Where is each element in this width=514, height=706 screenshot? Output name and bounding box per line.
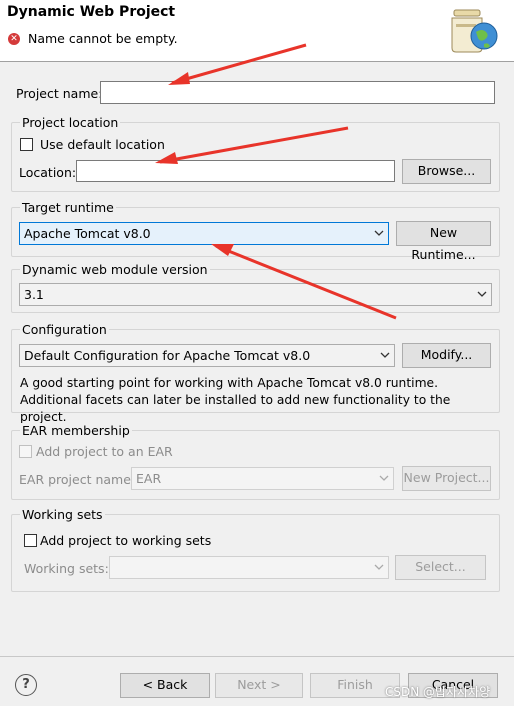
use-default-location-label: Use default location bbox=[40, 137, 165, 152]
back-button[interactable]: < Back bbox=[120, 673, 210, 698]
chevron-down-icon bbox=[380, 352, 390, 358]
working-sets-label: Working sets: bbox=[24, 561, 109, 576]
add-to-working-sets-label: Add project to working sets bbox=[40, 533, 212, 548]
next-button[interactable]: Next > bbox=[215, 673, 303, 698]
browse-button[interactable]: Browse... bbox=[402, 159, 491, 184]
chevron-down-icon bbox=[374, 230, 384, 236]
configuration-value: Default Configuration for Apache Tomcat … bbox=[24, 348, 311, 363]
target-runtime-title: Target runtime bbox=[20, 200, 116, 215]
project-name-input[interactable] bbox=[100, 81, 495, 104]
new-ear-project-button[interactable]: New Project... bbox=[402, 466, 491, 491]
configuration-description: A good starting point for working with A… bbox=[20, 376, 451, 424]
select-working-sets-button[interactable]: Select... bbox=[395, 555, 486, 580]
add-to-ear-label: Add project to an EAR bbox=[36, 444, 173, 459]
configuration-title: Configuration bbox=[20, 322, 109, 337]
add-to-working-sets-checkbox[interactable] bbox=[24, 534, 37, 547]
page-title: Dynamic Web Project bbox=[7, 4, 176, 20]
ear-project-name-label: EAR project name: bbox=[19, 472, 136, 487]
chevron-down-icon bbox=[379, 475, 389, 481]
footer-divider bbox=[0, 656, 514, 657]
module-version-select[interactable]: 3.1 bbox=[19, 283, 492, 306]
web-project-wizard-icon bbox=[451, 9, 498, 53]
use-default-location-checkbox[interactable] bbox=[20, 138, 33, 151]
working-sets-title: Working sets bbox=[20, 507, 105, 522]
add-to-ear-checkbox[interactable] bbox=[19, 445, 32, 458]
target-runtime-value: Apache Tomcat v8.0 bbox=[24, 226, 151, 241]
configuration-select[interactable]: Default Configuration for Apache Tomcat … bbox=[19, 344, 395, 367]
project-location-title: Project location bbox=[20, 115, 121, 130]
watermark: CSDN @밥자사차양 bbox=[385, 685, 491, 699]
help-icon[interactable]: ? bbox=[15, 674, 37, 696]
module-version-value: 3.1 bbox=[24, 287, 44, 302]
module-version-title: Dynamic web module version bbox=[20, 262, 210, 277]
project-name-label: Project name: bbox=[16, 86, 103, 101]
ear-membership-title: EAR membership bbox=[20, 423, 132, 438]
location-input[interactable] bbox=[76, 160, 395, 182]
ear-project-name-value: EAR bbox=[136, 471, 162, 486]
error-icon: ✕ bbox=[8, 33, 20, 45]
location-label: Location: bbox=[19, 165, 77, 180]
new-runtime-button[interactable]: New Runtime... bbox=[396, 221, 491, 262]
modify-button[interactable]: Modify... bbox=[402, 343, 491, 368]
working-sets-select[interactable] bbox=[109, 556, 389, 579]
chevron-down-icon bbox=[477, 291, 487, 297]
working-sets-group bbox=[11, 514, 500, 592]
chevron-down-icon bbox=[374, 564, 384, 570]
ear-project-name-select[interactable]: EAR bbox=[131, 467, 394, 490]
wizard-banner: Dynamic Web Project ✕ Name cannot be emp… bbox=[0, 0, 514, 62]
target-runtime-select[interactable]: Apache Tomcat v8.0 bbox=[19, 222, 389, 245]
error-message: Name cannot be empty. bbox=[28, 31, 178, 46]
